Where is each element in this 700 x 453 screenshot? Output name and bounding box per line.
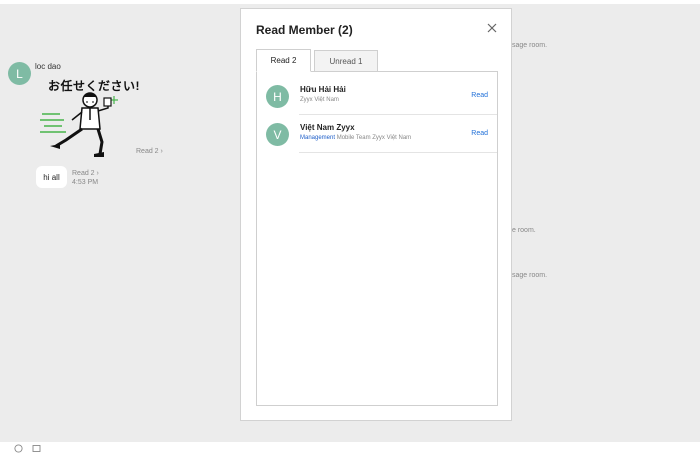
sender-avatar[interactable]: L — [8, 62, 31, 85]
member-avatar-initial: H — [273, 89, 282, 104]
member-company: Management Mobile Team Zyyx Việt Nam — [300, 135, 411, 141]
member-read-status: Read — [471, 92, 488, 99]
member-sub: Mobile Team Zyyx Việt Nam — [335, 135, 412, 141]
message-bubble[interactable]: hi all — [36, 166, 67, 188]
sender-avatar-initial: L — [16, 66, 23, 81]
tab-read[interactable]: Read 2 — [256, 49, 311, 72]
message-read-count[interactable]: Read 2 › — [72, 169, 99, 178]
member-name: Việt Nam Zyyx — [300, 123, 355, 132]
member-avatar: V — [266, 123, 289, 146]
system-message-3: sage room. — [512, 272, 548, 279]
sticker-text: お任せください! — [48, 79, 140, 93]
member-company: Zyyx Việt Nam — [300, 97, 339, 103]
sender-name: loc dao — [35, 62, 61, 71]
close-icon[interactable] — [485, 21, 499, 35]
message-meta[interactable]: Read 2 › 4:53 PM — [72, 169, 99, 187]
modal-title: Read Member (2) — [256, 23, 353, 37]
member-row[interactable]: H Hữu Hải Hải Zyyx Việt Nam Read — [257, 77, 497, 115]
member-name: Hữu Hải Hải — [300, 85, 346, 94]
sticker-read-count[interactable]: Read 2 › — [136, 148, 163, 155]
member-list: H Hữu Hải Hải Zyyx Việt Nam Read V Việt … — [256, 71, 498, 406]
message-time: 4:53 PM — [72, 179, 99, 186]
system-message-1: sage room. — [512, 42, 548, 49]
member-row[interactable]: V Việt Nam Zyyx Management Mobile Team Z… — [257, 115, 497, 153]
member-avatar: H — [266, 85, 289, 108]
member-read-status: Read — [471, 130, 488, 137]
system-message-2: e room. — [512, 227, 536, 234]
member-avatar-initial: V — [273, 127, 282, 142]
member-sub: Zyyx Việt Nam — [300, 97, 339, 103]
input-toolbar — [0, 442, 700, 453]
read-member-modal: Read Member (2) Read 2 Unread 1 H Hữu Hả… — [240, 8, 512, 421]
top-strip — [0, 0, 700, 4]
image-icon[interactable] — [32, 444, 41, 453]
member-dept: Management — [300, 135, 336, 141]
emoji-icon[interactable] — [14, 444, 23, 453]
divider — [299, 152, 497, 153]
tab-unread[interactable]: Unread 1 — [314, 50, 378, 72]
